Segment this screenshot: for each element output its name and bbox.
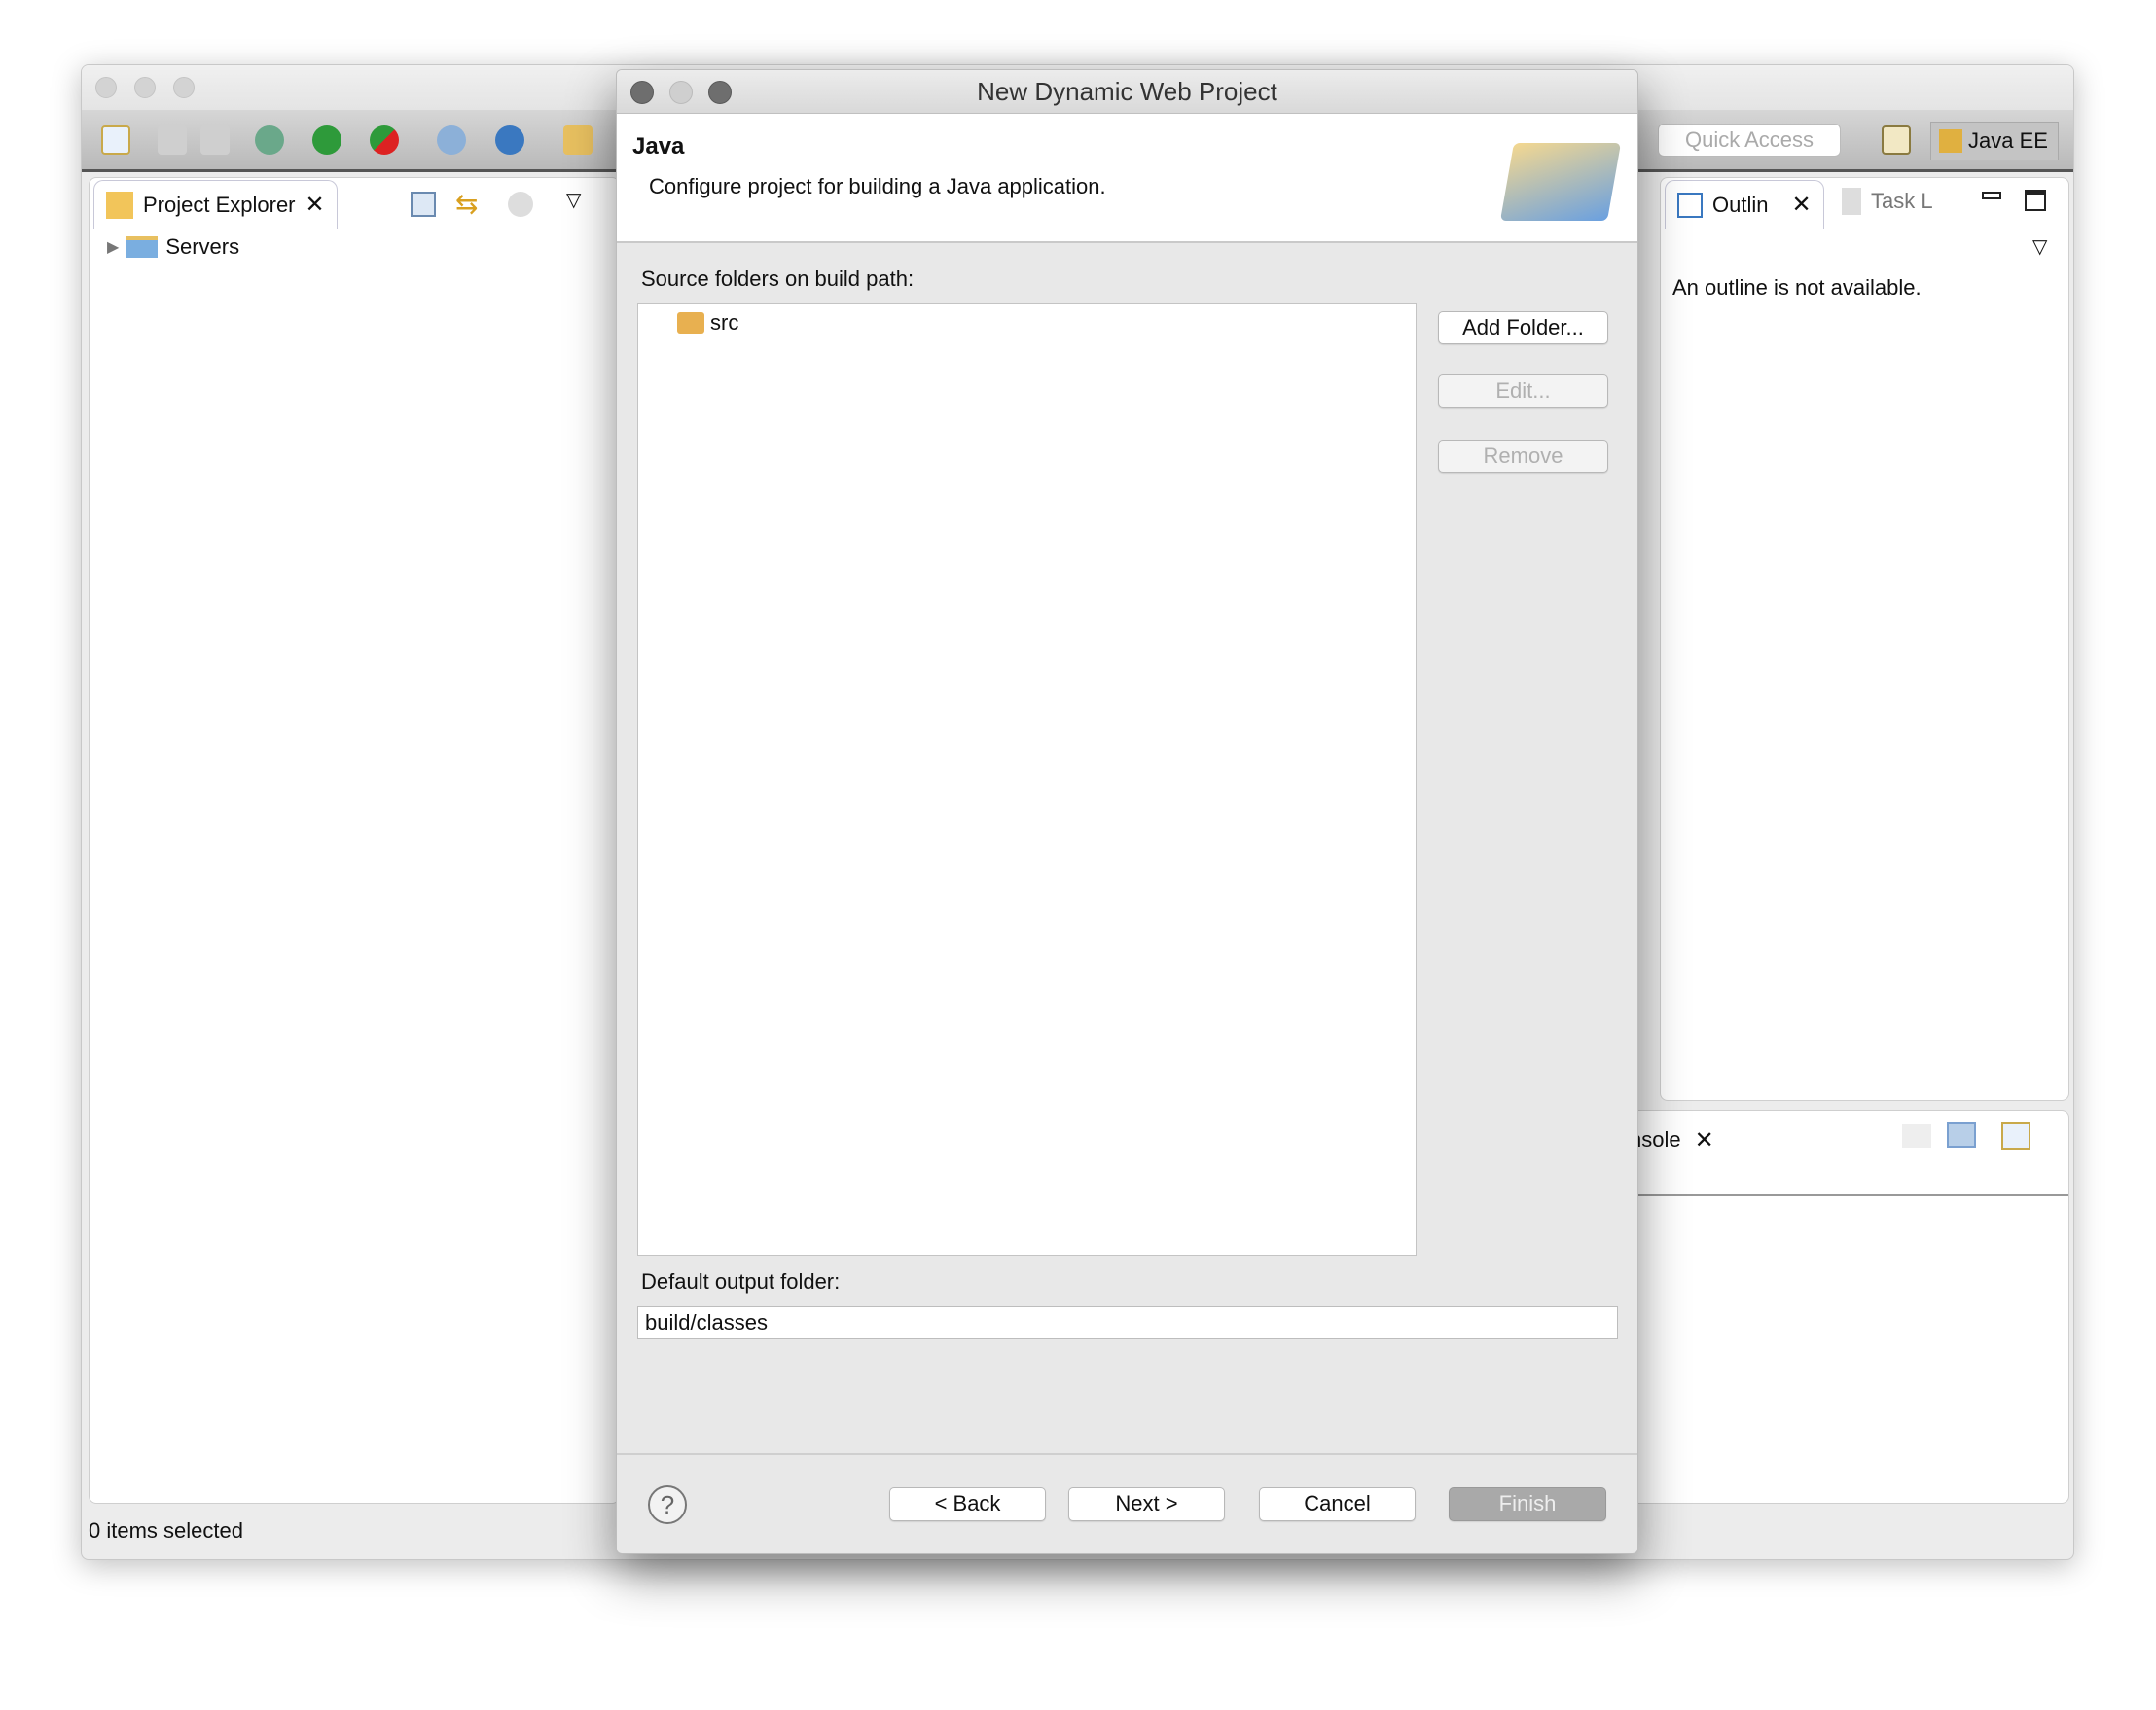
- folder-icon: [126, 236, 159, 258]
- minimize-window-button[interactable]: [134, 77, 156, 98]
- tab-label: Outlin: [1712, 192, 1769, 217]
- tree-item-servers[interactable]: ▶ Servers: [107, 234, 239, 260]
- footer-divider: [617, 1453, 1637, 1455]
- java-folder-wizard-icon: [1499, 143, 1622, 221]
- new-dynamic-web-project-dialog: New Dynamic Web Project Java Configure p…: [616, 69, 1638, 1554]
- add-folder-button[interactable]: Add Folder...: [1438, 311, 1608, 344]
- tab-label: Task L: [1871, 189, 1933, 213]
- new-wizard-icon[interactable]: [101, 125, 130, 155]
- output-folder-label: Default output folder:: [641, 1269, 841, 1294]
- link-editor-icon[interactable]: ⇆: [455, 188, 478, 220]
- help-button[interactable]: ?: [648, 1485, 687, 1524]
- close-icon[interactable]: ✕: [1791, 191, 1811, 219]
- open-project-icon[interactable]: [563, 125, 593, 155]
- run-server-icon[interactable]: [370, 125, 399, 155]
- minimize-icon[interactable]: [1982, 192, 2001, 199]
- collapse-all-icon[interactable]: [411, 192, 436, 217]
- tab-outline[interactable]: Outlin ✕: [1665, 180, 1824, 229]
- status-bar-text: 0 items selected: [89, 1518, 243, 1543]
- outline-icon: [1677, 192, 1703, 218]
- dialog-title: New Dynamic Web Project: [977, 77, 1277, 106]
- dialog-header: Java Configure project for building a Ja…: [617, 114, 1637, 243]
- list-item-label: src: [710, 310, 739, 335]
- project-explorer-panel: Project Explorer ✕ ⇆ ▽ ▶ Servers: [89, 177, 620, 1504]
- java-ee-icon: [1939, 129, 1962, 153]
- list-item-src[interactable]: src: [677, 310, 738, 336]
- save-all-icon[interactable]: [200, 125, 230, 155]
- new-server-icon[interactable]: [437, 125, 466, 155]
- open-perspective-icon[interactable]: [1882, 125, 1911, 155]
- close-icon[interactable]: ✕: [1695, 1126, 1714, 1155]
- task-list-icon: [1842, 188, 1861, 215]
- source-folder-icon: [677, 312, 704, 334]
- zoom-window-button[interactable]: [173, 77, 195, 98]
- close-dialog-button[interactable]: [630, 81, 654, 104]
- open-console-icon[interactable]: [2001, 1122, 2030, 1150]
- java-ee-perspective-button[interactable]: Java EE: [1930, 122, 2059, 160]
- remove-button: Remove: [1438, 440, 1608, 473]
- next-button[interactable]: Next >: [1068, 1487, 1225, 1521]
- console-panel: nsole ✕: [1619, 1110, 2069, 1504]
- new-service-icon[interactable]: [495, 125, 524, 155]
- finish-button: Finish: [1449, 1487, 1606, 1521]
- tab-project-explorer[interactable]: Project Explorer ✕: [93, 180, 338, 229]
- page-title: Java: [632, 133, 685, 160]
- minimize-dialog-button: [669, 81, 693, 104]
- outline-panel: Outlin ✕ Task L ▽ An outline is not avai…: [1660, 177, 2069, 1101]
- source-folders-list[interactable]: src: [637, 303, 1417, 1256]
- cancel-button[interactable]: Cancel: [1259, 1487, 1416, 1521]
- back-button[interactable]: < Back: [889, 1487, 1046, 1521]
- close-window-button[interactable]: [95, 77, 117, 98]
- project-explorer-icon: [106, 191, 133, 219]
- zoom-dialog-button[interactable]: [708, 81, 732, 104]
- close-icon[interactable]: ✕: [305, 191, 325, 219]
- view-menu-icon[interactable]: ▽: [2032, 234, 2047, 259]
- perspective-label: Java EE: [1968, 128, 2048, 153]
- outline-message: An outline is not available.: [1672, 275, 1922, 300]
- tree-item-label: Servers: [165, 234, 240, 259]
- save-icon[interactable]: [158, 125, 187, 155]
- display-console-icon[interactable]: [1947, 1122, 1976, 1148]
- expand-arrow-icon[interactable]: ▶: [107, 237, 119, 257]
- quick-access-input[interactable]: Quick Access: [1658, 124, 1841, 157]
- tab-label: Project Explorer: [143, 192, 296, 217]
- tab-task-list[interactable]: Task L: [1842, 188, 1933, 215]
- maximize-icon[interactable]: [2025, 190, 2046, 211]
- output-folder-input[interactable]: build/classes: [637, 1306, 1618, 1339]
- page-description: Configure project for building a Java ap…: [649, 174, 1106, 198]
- pin-console-icon[interactable]: [1902, 1124, 1931, 1148]
- edit-button: Edit...: [1438, 374, 1608, 408]
- dialog-title-bar: New Dynamic Web Project: [617, 70, 1637, 114]
- run-icon[interactable]: [312, 125, 341, 155]
- filter-icon[interactable]: [508, 192, 533, 217]
- divider: [1620, 1194, 2068, 1196]
- view-menu-icon[interactable]: ▽: [566, 188, 581, 212]
- source-folders-label: Source folders on build path:: [641, 267, 915, 291]
- debug-icon[interactable]: [255, 125, 284, 155]
